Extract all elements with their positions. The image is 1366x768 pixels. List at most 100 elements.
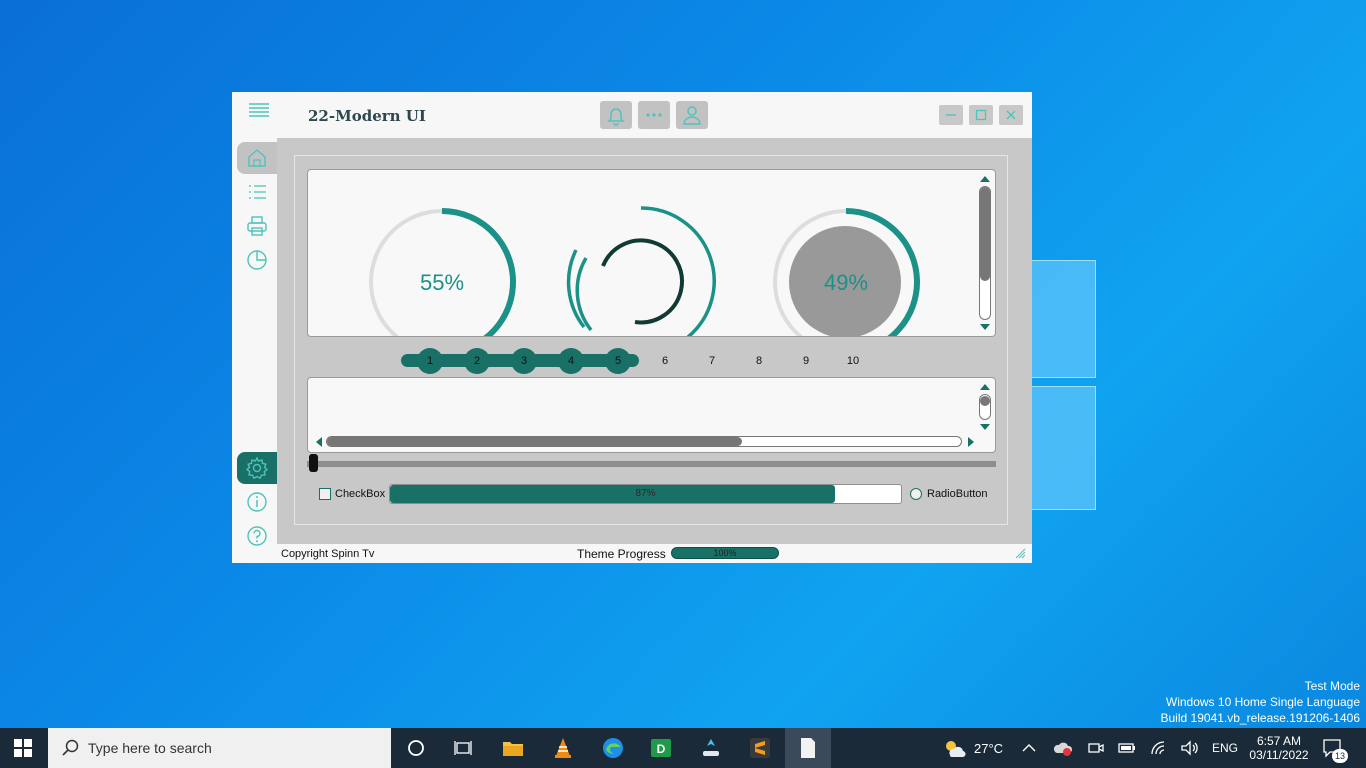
speaker-icon: [1181, 740, 1198, 756]
more-options-button[interactable]: [638, 101, 670, 129]
installer-icon: [703, 739, 719, 756]
tray-battery-button[interactable]: [1117, 728, 1137, 768]
scroll-down-arrow[interactable]: [980, 424, 990, 430]
maximize-icon: [975, 109, 987, 121]
gauge-spinner: [566, 206, 716, 336]
notifications-button[interactable]: [600, 101, 632, 129]
notification-count-badge: 13: [1332, 749, 1348, 763]
radio-button[interactable]: [910, 488, 922, 500]
gauges-vertical-scrollbar[interactable]: [979, 176, 991, 330]
chevron-up-icon: [1022, 744, 1036, 752]
tab-9[interactable]: 9: [793, 348, 819, 374]
tab-5[interactable]: 5: [605, 348, 631, 374]
tray-security-icon-button[interactable]: [1053, 728, 1073, 768]
taskbar-document-active[interactable]: [785, 728, 831, 768]
user-icon: [683, 106, 701, 125]
scroll-up-arrow[interactable]: [980, 384, 990, 390]
clock-time: 6:57 AM: [1256, 734, 1302, 748]
action-center-button[interactable]: 13: [1322, 728, 1348, 768]
app-window: 22-Modern UI 55% 49% 1 2 3 4 5 6 7 8 9 1…: [232, 92, 1032, 563]
vlc-cone-icon: [555, 738, 571, 758]
tab-1[interactable]: 1: [417, 348, 443, 374]
panel-horizontal-scrollbar[interactable]: [316, 436, 976, 448]
taskbar-edge[interactable]: [590, 728, 636, 768]
gear-icon: [245, 456, 269, 480]
tab-10[interactable]: 10: [840, 348, 866, 374]
tray-volume-button[interactable]: [1180, 728, 1200, 768]
edge-browser-icon: [603, 738, 623, 758]
tray-meet-now-button[interactable]: [1087, 728, 1105, 768]
taskbar-file-explorer[interactable]: [490, 728, 536, 768]
tray-language-button[interactable]: ENG: [1212, 728, 1238, 768]
theme-progress-value: 100%: [713, 548, 737, 558]
taskbar-search[interactable]: Type here to search: [48, 728, 391, 768]
taskbar-installer[interactable]: [688, 728, 734, 768]
weather-temperature: 27°C: [974, 740, 1004, 756]
tab-6[interactable]: 6: [652, 348, 678, 374]
scroll-up-arrow[interactable]: [980, 176, 990, 182]
sidebar-item-print[interactable]: [237, 210, 277, 242]
search-placeholder: Type here to search: [88, 740, 212, 756]
task-view-button[interactable]: [440, 728, 486, 768]
cortana-button[interactable]: [393, 728, 439, 768]
scroll-left-arrow[interactable]: [316, 437, 322, 447]
scroll-thumb[interactable]: [980, 396, 990, 406]
tab-7[interactable]: 7: [699, 348, 725, 374]
panel-vertical-scrollbar[interactable]: [979, 384, 991, 430]
scroll-down-arrow[interactable]: [980, 324, 990, 330]
maximize-button[interactable]: [969, 105, 993, 125]
taskbar-vlc[interactable]: [540, 728, 586, 768]
main-content: 55% 49% 1 2 3 4 5 6 7 8 9 10 CheckBox 87…: [294, 155, 1008, 525]
user-profile-button[interactable]: [676, 101, 708, 129]
list-icon: [249, 185, 266, 199]
close-button[interactable]: [999, 105, 1023, 125]
tab-4[interactable]: 4: [558, 348, 584, 374]
title-bar[interactable]: 22-Modern UI: [232, 92, 1032, 138]
minimize-button[interactable]: [939, 105, 963, 125]
taskbar-app-d[interactable]: D: [638, 728, 684, 768]
watermark-line: Build 19041.vb_release.191206-1406: [1160, 711, 1361, 725]
scroll-right-arrow[interactable]: [968, 437, 974, 447]
watermark-line: Windows 10 Home Single Language: [1165, 695, 1360, 709]
sidebar-item-info[interactable]: [237, 486, 277, 518]
slider-thumb[interactable]: [309, 454, 318, 472]
pie-chart-icon: [247, 250, 267, 270]
theme-progress-label: Theme Progress: [577, 547, 666, 561]
status-bar: Copyright Spinn Tv Theme Progress 100%: [277, 544, 1032, 563]
scroll-thumb[interactable]: [327, 437, 742, 446]
sidebar-item-home[interactable]: [237, 142, 277, 174]
taskbar-sublime[interactable]: [737, 728, 783, 768]
tray-clock[interactable]: 6:57 AM 03/11/2022: [1248, 728, 1310, 768]
sublime-text-icon: [750, 738, 770, 758]
sidebar-item-settings[interactable]: [237, 452, 277, 484]
tab-3[interactable]: 3: [511, 348, 537, 374]
scroll-panel: [307, 377, 996, 453]
sidebar-item-list[interactable]: [237, 176, 277, 208]
gauge-percent-3: 49%: [773, 208, 920, 336]
tray-network-button[interactable]: [1150, 728, 1168, 768]
tab-2[interactable]: 2: [464, 348, 490, 374]
progress-label: 87%: [635, 488, 656, 499]
info-icon: [247, 492, 267, 512]
close-icon: [1006, 110, 1016, 120]
tab-8[interactable]: 8: [746, 348, 772, 374]
hamburger-menu-icon[interactable]: [248, 100, 270, 120]
slider-track[interactable]: [307, 461, 996, 467]
sidebar: [232, 138, 277, 563]
start-button[interactable]: [0, 728, 46, 768]
scroll-thumb[interactable]: [980, 187, 990, 281]
d-app-icon: D: [651, 739, 671, 757]
weather-widget[interactable]: 27°C: [942, 728, 1003, 768]
tray-overflow-button[interactable]: [1022, 728, 1036, 768]
resize-grip-icon[interactable]: [1014, 547, 1026, 559]
folder-icon: [503, 742, 523, 756]
checkbox[interactable]: [319, 488, 331, 500]
weather-sun-cloud-icon: [946, 741, 966, 758]
sidebar-item-help[interactable]: [237, 520, 277, 552]
home-icon: [248, 149, 266, 167]
sidebar-item-reports[interactable]: [237, 244, 277, 276]
cortana-icon: [408, 740, 424, 756]
copyright-text: Copyright Spinn Tv: [281, 548, 375, 560]
clock-date: 03/11/2022: [1249, 748, 1309, 762]
battery-icon: [1118, 743, 1135, 753]
